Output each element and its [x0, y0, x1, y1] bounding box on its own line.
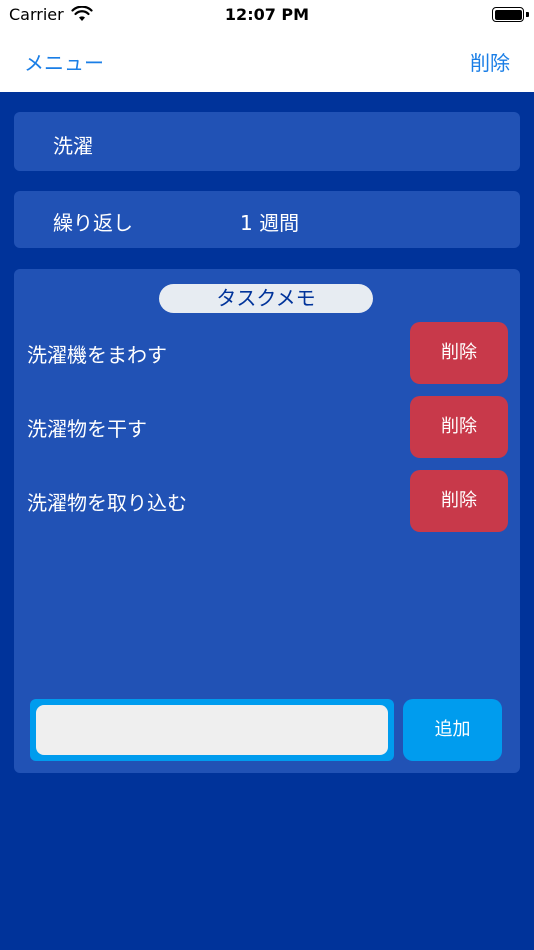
repeat-card[interactable]: 繰り返し 1 週間	[14, 191, 520, 248]
task-title: 洗濯	[53, 134, 93, 158]
menu-button[interactable]: メニュー	[24, 47, 104, 76]
status-bar: Carrier 12:07 PM	[0, 0, 534, 30]
battery-icon	[492, 7, 524, 22]
delete-item-button[interactable]: 削除	[410, 322, 508, 384]
add-item-button[interactable]: 追加	[403, 699, 502, 761]
list-item: 洗濯機をまわす 削除	[14, 322, 520, 384]
task-memo-card: タスクメモ 洗濯機をまわす 削除 洗濯物を干す 削除 洗濯物を取り込む 削除 追…	[14, 269, 520, 773]
delete-item-button[interactable]: 削除	[410, 470, 508, 532]
memo-input-frame	[30, 699, 394, 761]
clock: 12:07 PM	[224, 5, 310, 24]
memo-input[interactable]	[36, 705, 388, 755]
memo-header: タスクメモ	[159, 284, 373, 313]
delete-item-button[interactable]: 削除	[410, 396, 508, 458]
repeat-label: 繰り返し	[53, 211, 133, 235]
delete-task-button[interactable]: 削除	[470, 47, 510, 76]
main-content: 洗濯 繰り返し 1 週間 タスクメモ 洗濯機をまわす 削除 洗濯物を干す 削除 …	[0, 92, 534, 950]
repeat-value[interactable]: 1 週間	[240, 207, 299, 236]
memo-item-text: 洗濯物を干す	[27, 417, 147, 441]
list-item: 洗濯物を取り込む 削除	[14, 470, 520, 532]
task-title-card[interactable]: 洗濯	[14, 112, 520, 171]
battery-tip	[526, 12, 529, 17]
navigation-bar: メニュー 削除	[0, 30, 534, 92]
memo-item-text: 洗濯機をまわす	[27, 343, 167, 367]
memo-item-text: 洗濯物を取り込む	[27, 491, 187, 515]
list-item: 洗濯物を干す 削除	[14, 396, 520, 458]
